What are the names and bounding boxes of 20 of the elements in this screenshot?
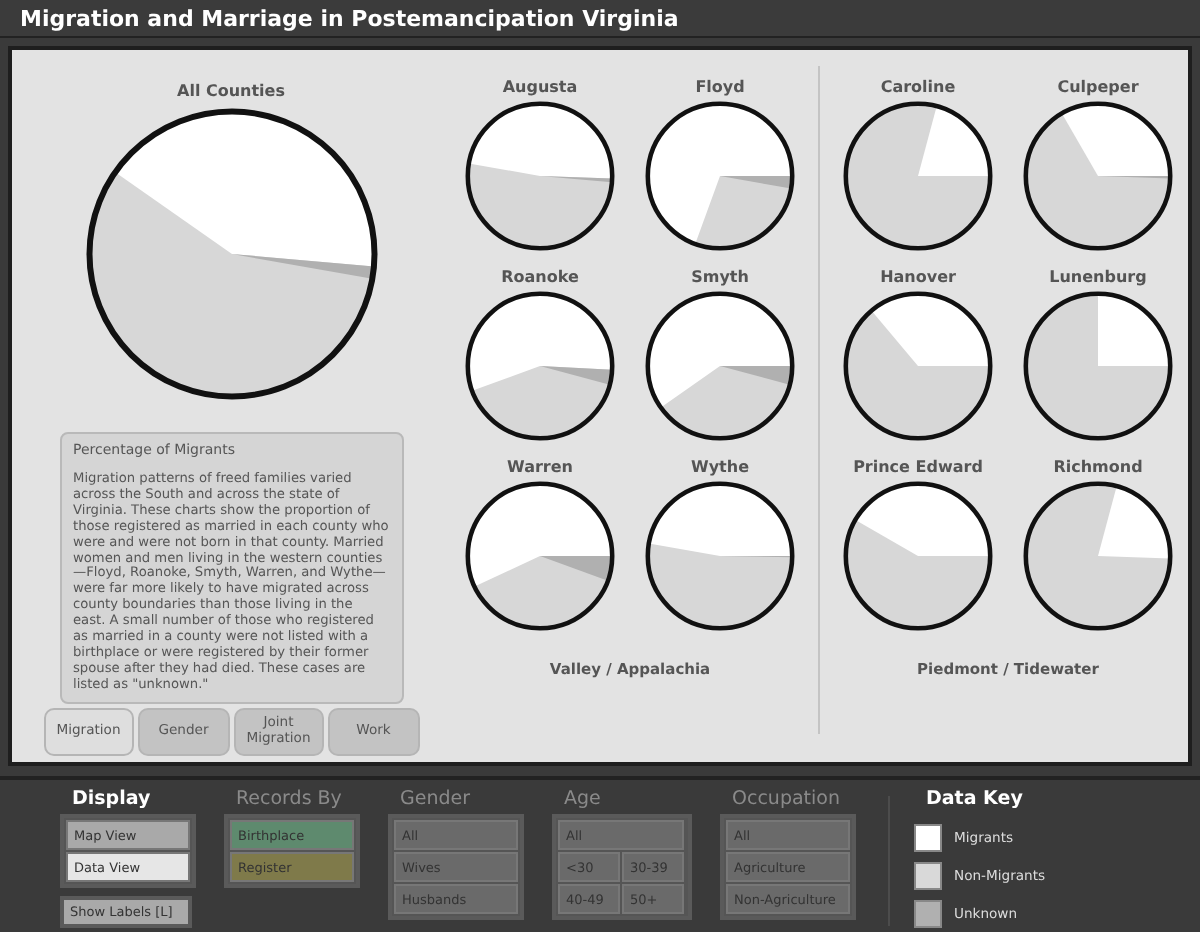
chart-label: Prince Edward <box>853 458 983 476</box>
chart-label: Hanover <box>880 268 956 286</box>
chart-label: Smyth <box>691 268 749 286</box>
group-title: Display <box>72 788 153 810</box>
window-title: Migration and Marriage in Postemancipation Virginia <box>20 5 679 31</box>
group-title: Occupation <box>732 788 842 810</box>
group-title: Gender <box>400 788 473 810</box>
group-title: Records By <box>236 788 344 810</box>
chart-label: Richmond <box>1053 458 1143 476</box>
group-title: Age <box>564 788 603 810</box>
chart-label: Floyd <box>695 78 745 96</box>
chart-label: Caroline <box>880 78 956 96</box>
chart-label: Roanoke <box>501 268 579 286</box>
chart-label: All Counties <box>177 82 285 100</box>
chart-label: Lunenburg <box>1049 268 1147 286</box>
chart-label: Wythe <box>691 458 749 476</box>
chart-label: Augusta <box>502 78 578 96</box>
group-title: Data Key <box>926 788 1025 810</box>
chart-label: Culpeper <box>1057 78 1139 96</box>
chart-label: Warren <box>507 458 573 476</box>
